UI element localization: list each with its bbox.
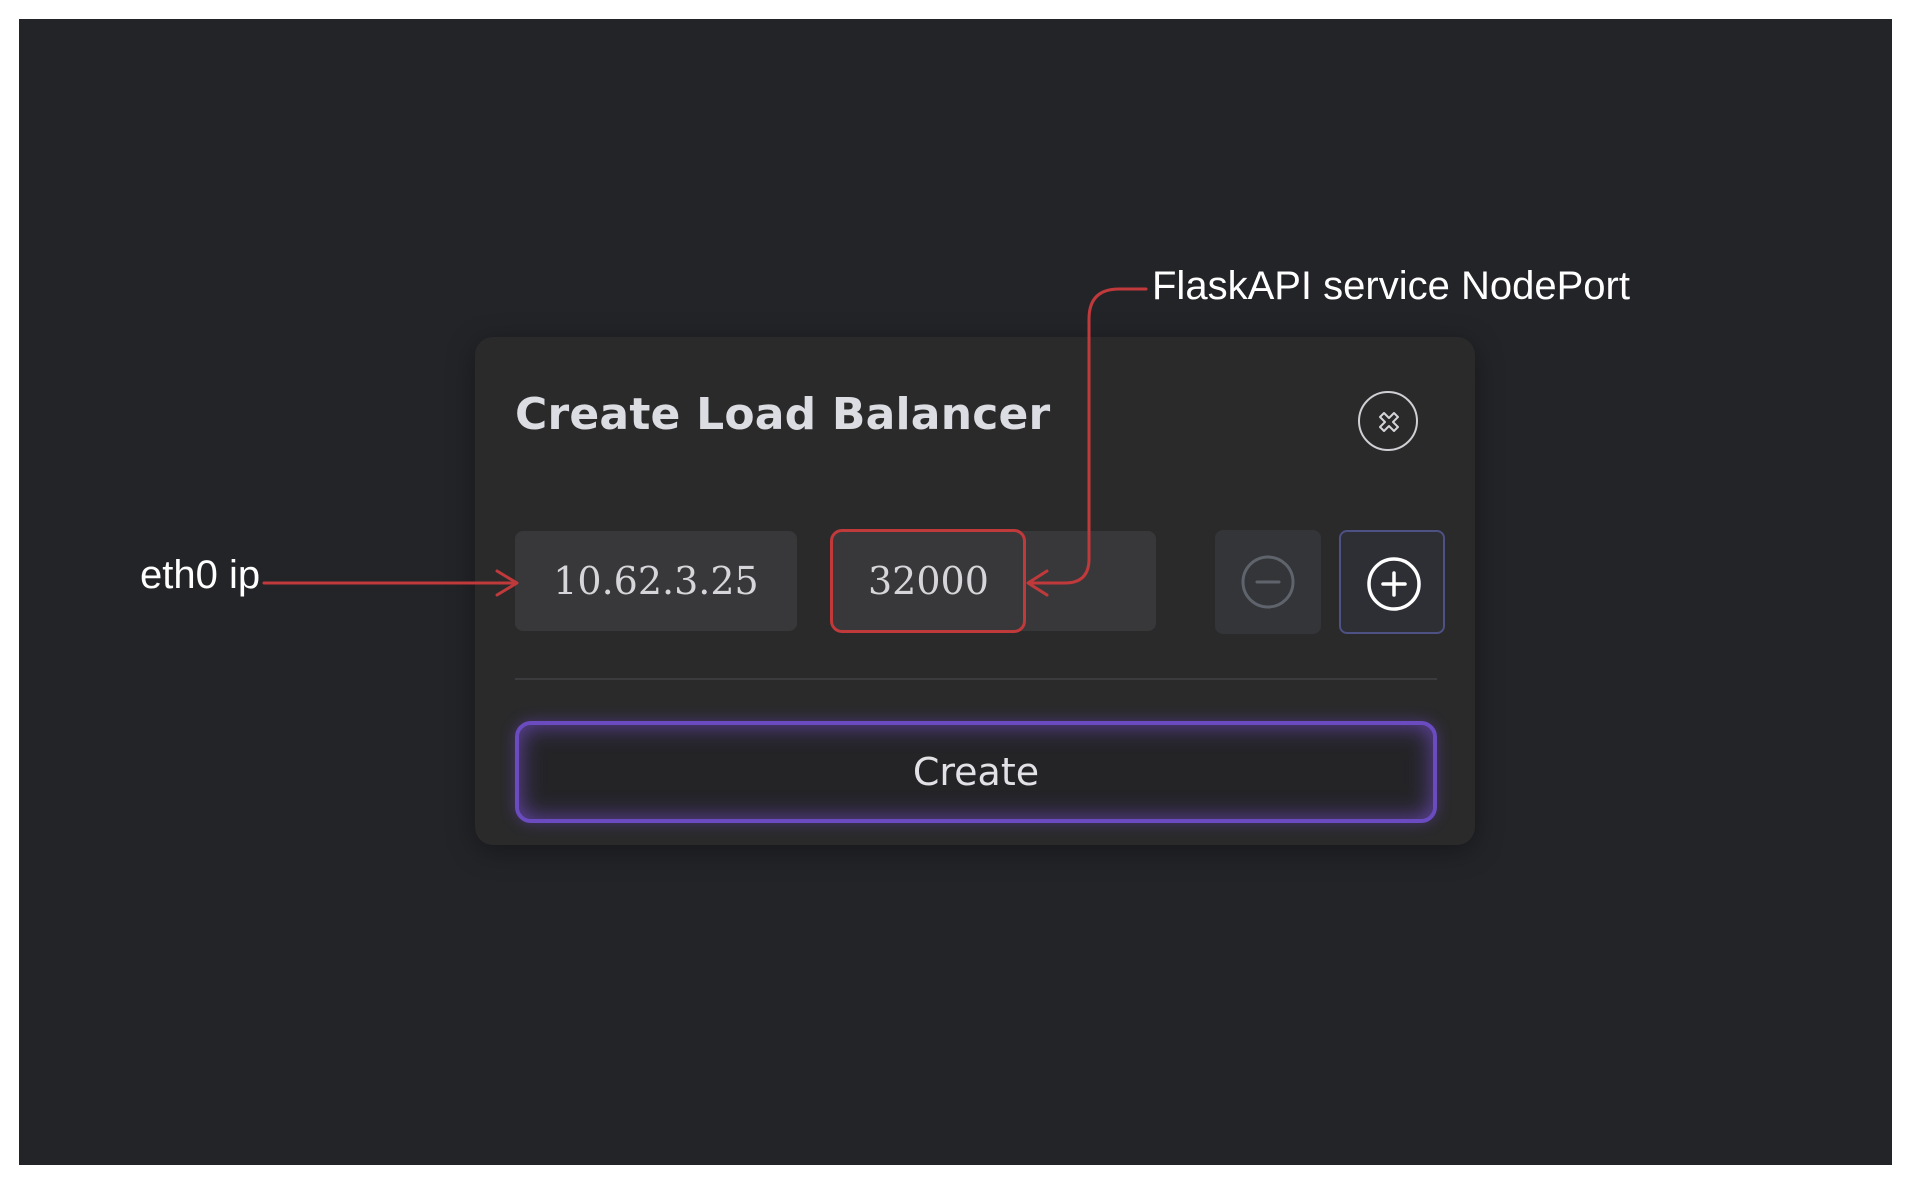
eth0-arrow (262, 569, 519, 597)
nodeport-annotation: FlaskAPI service NodePort (1152, 264, 1630, 308)
annotation-arrows (262, 287, 1148, 597)
screenshot-canvas: Create Load Balancer Create (19, 19, 1892, 1165)
eth0-ip-annotation: eth0 ip (140, 553, 261, 597)
nodeport-arrow (1026, 287, 1148, 597)
